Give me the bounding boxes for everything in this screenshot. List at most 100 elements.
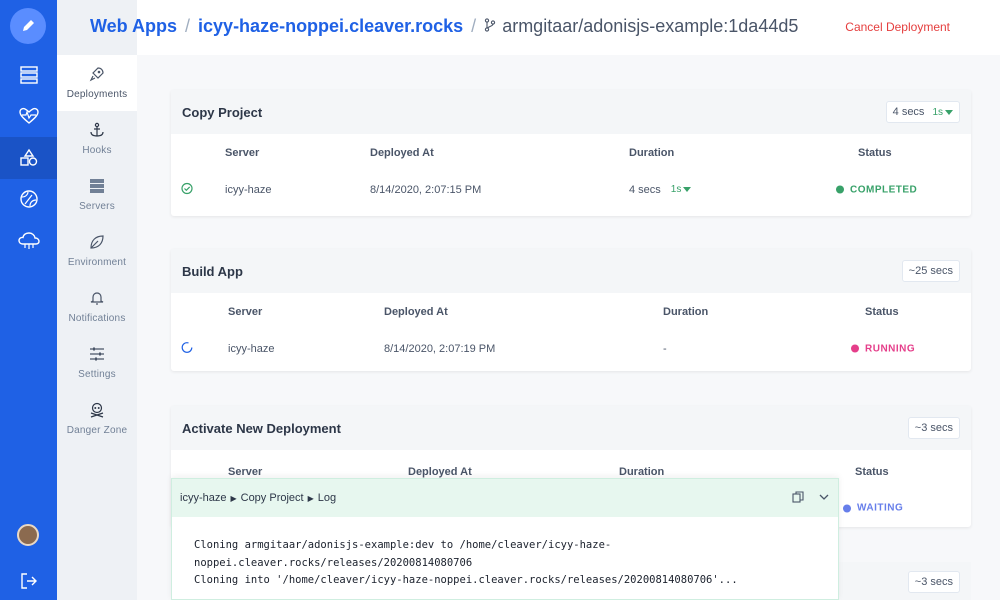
status-badge: WAITING (843, 503, 903, 514)
step-duration-badge: ~3 secs (907, 571, 960, 593)
log-line: noppei.cleaver.rocks/releases/2020081408… (194, 556, 473, 569)
subnav-settings[interactable]: Settings (57, 335, 137, 391)
log-panel: icyy-haze ▶ Copy Project ▶ Log Cloning a… (171, 478, 839, 600)
step-duration: 4 secs (892, 106, 925, 118)
rocket-icon (89, 66, 105, 85)
breadcrumb-app[interactable]: icyy-haze-noppei.cleaver.rocks (198, 16, 463, 37)
copy-icon[interactable] (792, 490, 804, 506)
pill-label: 1s (670, 184, 682, 195)
row-deployed-at: 8/14/2020, 2:07:19 PM (384, 342, 496, 355)
col-status: Status (865, 305, 899, 318)
row-server: icyy-haze (228, 342, 275, 355)
col-deployed-at: Deployed At (384, 305, 448, 318)
subnav-label: Danger Zone (66, 425, 128, 436)
step-title: Build App (182, 263, 243, 279)
bell-icon (89, 290, 105, 309)
app-subnav: Deployments Hooks Servers Environment No… (57, 0, 137, 600)
caret-right-icon: ▶ (230, 493, 237, 503)
table-header: Server Deployed At Duration Status (171, 134, 971, 171)
logout-icon[interactable] (0, 560, 57, 600)
step-duration-badge: 4 secs 1s (885, 101, 960, 123)
leaf-icon (89, 234, 105, 253)
row-server: icyy-haze (225, 183, 272, 196)
status-dot (843, 504, 851, 512)
duration-pill[interactable]: 1s (671, 184, 692, 195)
row-duration-value: 4 secs (629, 183, 661, 196)
step-title: Activate New Deployment (182, 420, 341, 436)
col-duration: Duration (629, 146, 675, 159)
subnav-label: Environment (67, 257, 127, 268)
col-duration: Duration (619, 466, 665, 478)
subnav-label: Notifications (68, 313, 126, 324)
caret-down-icon (683, 187, 692, 192)
log-output: Cloning armgitaar/adonisjs-example:dev t… (172, 517, 838, 600)
user-avatar[interactable] (17, 524, 39, 546)
step-card-build-app: Build App ~25 secs Server Deployed At Du… (171, 249, 971, 371)
rail-network-icon[interactable] (0, 178, 57, 220)
subnav-notifications[interactable]: Notifications (57, 279, 137, 335)
check-circle-icon (181, 182, 193, 197)
duration-pill[interactable]: 1s (932, 107, 953, 118)
col-status: Status (855, 466, 889, 478)
status-badge: COMPLETED (836, 184, 917, 195)
table-row: icyy-haze 8/14/2020, 2:07:19 PM - RUNNIN… (171, 330, 971, 367)
status-label: COMPLETED (850, 184, 918, 195)
pill-label: 1s (932, 106, 943, 118)
git-branch-icon (484, 16, 496, 37)
cancel-deployment-button[interactable]: Cancel Deployment (845, 20, 950, 34)
table-header: Server Deployed At Duration Status (171, 293, 971, 330)
breadcrumb: Web Apps / icyy-haze-noppei.cleaver.rock… (90, 16, 798, 37)
breadcrumb-web-apps[interactable]: Web Apps (90, 16, 177, 37)
col-deployed-at: Deployed At (370, 146, 434, 159)
app-rail (0, 0, 57, 600)
step-duration-badge: ~3 secs (907, 417, 960, 439)
col-duration: Duration (663, 305, 709, 318)
subnav-label: Settings (78, 369, 116, 380)
step-duration: ~3 secs (914, 576, 953, 588)
step-card-copy-project: Copy Project 4 secs 1s Server Deployed A… (171, 90, 971, 216)
step-title: Copy Project (182, 104, 263, 120)
subnav-deployments[interactable]: Deployments (57, 55, 137, 111)
breadcrumb-commit: armgitaar/adonisjs-example:1da44d5 (484, 16, 798, 37)
breadcrumb-separator: / (185, 16, 191, 36)
subnav-servers[interactable]: Servers (57, 167, 137, 223)
subnav-label: Deployments (66, 89, 128, 100)
rail-cloud-icon[interactable] (0, 220, 57, 262)
row-duration: 4 secs 1s (629, 183, 692, 196)
loading-circle-icon (181, 341, 193, 356)
rail-servers-icon[interactable] (0, 54, 57, 96)
page-header: Web Apps / icyy-haze-noppei.cleaver.rock… (90, 0, 1000, 55)
step-duration: ~25 secs (908, 265, 953, 277)
step-duration-badge: ~25 secs (901, 260, 960, 282)
skull-icon (89, 402, 105, 421)
rail-apps-icon[interactable] (0, 137, 57, 179)
table-row: icyy-haze 8/14/2020, 2:07:15 PM 4 secs 1… (171, 171, 971, 208)
sliders-icon (89, 346, 105, 365)
log-line: Cloning armgitaar/adonisjs-example:dev t… (194, 539, 612, 551)
log-breadcrumb-log: Log (317, 492, 337, 504)
chevron-down-icon[interactable] (818, 491, 830, 506)
col-status: Status (858, 146, 892, 159)
step-duration: ~3 secs (914, 422, 953, 434)
status-label: WAITING (857, 502, 904, 514)
server-icon (89, 178, 105, 197)
commit-ref: armgitaar/adonisjs-example:1da44d5 (502, 16, 799, 36)
col-server: Server (228, 305, 263, 318)
status-dot (836, 185, 844, 194)
status-badge: RUNNING (851, 343, 915, 354)
caret-down-icon (945, 109, 953, 115)
col-deployed-at: Deployed At (408, 466, 472, 478)
subnav-environment[interactable]: Environment (57, 223, 137, 279)
logo-pen-icon[interactable] (10, 8, 46, 44)
anchor-icon (89, 122, 105, 141)
subnav-hooks[interactable]: Hooks (57, 111, 137, 167)
col-server: Server (228, 466, 263, 478)
log-breadcrumb-step: Copy Project (240, 492, 304, 504)
subnav-label: Servers (79, 201, 115, 212)
breadcrumb-separator: / (471, 16, 477, 36)
rail-health-icon[interactable] (0, 95, 57, 137)
col-server: Server (225, 146, 260, 159)
log-line: Cloning into '/home/cleaver/icyy-haze-no… (194, 574, 738, 586)
status-dot (851, 344, 859, 353)
subnav-danger-zone[interactable]: Danger Zone (57, 391, 137, 447)
